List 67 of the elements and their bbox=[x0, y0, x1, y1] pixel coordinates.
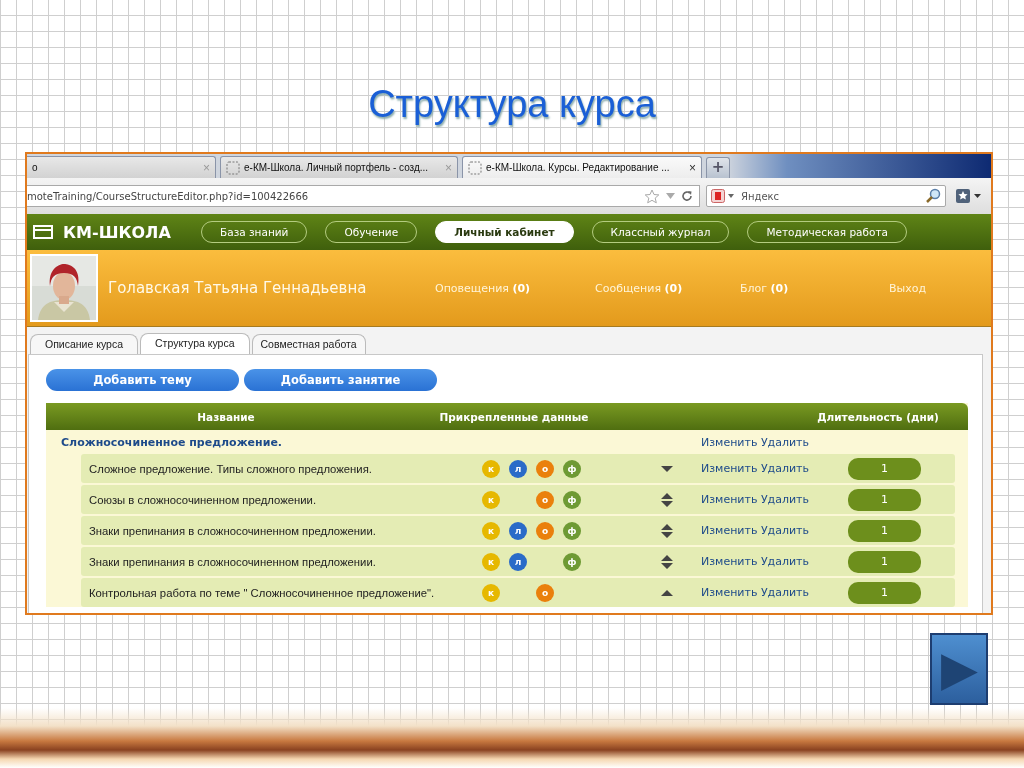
slide-title: Структура курса bbox=[368, 82, 656, 126]
lesson-title: Контрольная работа по теме " Сложносочиненное предложение". bbox=[89, 586, 436, 599]
lesson-title: Союзы в сложносочиненном предложении. bbox=[89, 493, 318, 506]
column-header: Название bbox=[196, 410, 256, 423]
search-field[interactable]: Яндекс bbox=[706, 185, 946, 207]
topic-title: Сложносочиненное предложение. bbox=[61, 435, 284, 449]
page-tab[interactable]: Описание курса bbox=[30, 334, 138, 354]
browser-tab[interactable]: е-КМ-Школа. Личный портфель - созд... × bbox=[220, 156, 458, 178]
page-icon bbox=[226, 160, 240, 175]
search-engine-icon[interactable] bbox=[711, 189, 735, 203]
attachment-badge[interactable]: л bbox=[509, 521, 527, 540]
user-name: Голавская Татьяна Геннадьевна bbox=[108, 279, 368, 297]
duration-pill: 1 bbox=[848, 519, 921, 542]
column-header: Прикрепленные данные bbox=[438, 410, 590, 423]
lesson-title: Знаки препинания в сложносочиненном предложении. bbox=[89, 524, 377, 537]
delete-link[interactable]: Удалить bbox=[760, 555, 809, 568]
url-text: moteTraining/CourseStructureEditor.php?id=100422666 bbox=[27, 190, 310, 202]
edit-link[interactable]: Изменить bbox=[701, 555, 758, 568]
tab-title: е-КМ-Школа. Курсы. Редактирование ... bbox=[486, 162, 671, 173]
address-field[interactable]: moteTraining/CourseStructureEditor.php?id=100422666 bbox=[27, 185, 700, 207]
reorder-icon[interactable] bbox=[661, 554, 673, 569]
tab-title: о bbox=[32, 162, 39, 173]
column-header: Длительность (дни) bbox=[816, 410, 940, 423]
search-icon[interactable] bbox=[925, 188, 941, 204]
delete-link[interactable]: Удалить bbox=[760, 586, 809, 599]
delete-link[interactable]: Удалить bbox=[760, 524, 809, 537]
attachment-badge[interactable]: л bbox=[509, 459, 527, 478]
attachment-badge[interactable]: ф bbox=[563, 552, 581, 571]
close-tab-button[interactable]: × bbox=[689, 160, 696, 175]
nav-tab[interactable]: Личный кабинет bbox=[435, 221, 574, 243]
lesson-title: Знаки препинания в сложносочиненном предложении. bbox=[89, 555, 377, 568]
logo-icon bbox=[33, 225, 53, 239]
page-icon bbox=[468, 160, 482, 175]
duration-pill: 1 bbox=[848, 550, 921, 573]
edit-link[interactable]: Изменить bbox=[701, 586, 758, 599]
new-tab-button[interactable]: + bbox=[706, 157, 730, 178]
reorder-icon[interactable] bbox=[661, 523, 673, 538]
bookmarks-icon[interactable] bbox=[955, 188, 983, 204]
tab-title: е-КМ-Школа. Личный портфель - созд... bbox=[244, 162, 430, 173]
page-tab[interactable]: Совместная работа bbox=[251, 334, 366, 354]
delete-link[interactable]: Удалить bbox=[760, 435, 809, 449]
delete-link[interactable]: Удалить bbox=[760, 493, 809, 506]
site-logo[interactable]: КМ-ШКОЛА bbox=[63, 222, 201, 242]
attachment-badge[interactable]: ф bbox=[563, 490, 581, 509]
add-button[interactable]: Добавить тему bbox=[46, 369, 239, 391]
reload-icon[interactable] bbox=[681, 190, 693, 202]
search-input[interactable]: Яндекс bbox=[739, 189, 921, 203]
edit-link[interactable]: Изменить bbox=[701, 462, 758, 475]
move-down-icon[interactable] bbox=[661, 465, 673, 472]
page-tab[interactable]: Структура курса bbox=[140, 333, 250, 354]
move-up-icon[interactable] bbox=[661, 589, 673, 596]
attachment-badge[interactable]: л bbox=[509, 552, 527, 571]
browser-tab[interactable]: о × bbox=[27, 156, 216, 178]
lesson-title: Сложное предложение. Типы сложного предложения. bbox=[89, 462, 373, 475]
duration-pill: 1 bbox=[848, 581, 921, 604]
edit-link[interactable]: Изменить bbox=[701, 435, 758, 449]
edit-link[interactable]: Изменить bbox=[701, 493, 758, 506]
duration-pill: 1 bbox=[848, 488, 921, 511]
attachment-badge[interactable]: ф bbox=[563, 521, 581, 540]
edit-link[interactable]: Изменить bbox=[701, 524, 758, 537]
add-button[interactable]: Добавить занятие bbox=[244, 369, 437, 391]
duration-pill: 1 bbox=[848, 457, 921, 480]
browser-tab[interactable]: е-КМ-Школа. Курсы. Редактирование ... × bbox=[462, 156, 702, 178]
attachment-badge[interactable]: ф bbox=[563, 459, 581, 478]
reorder-icon[interactable] bbox=[661, 492, 673, 507]
star-icon[interactable] bbox=[644, 188, 660, 204]
delete-link[interactable]: Удалить bbox=[760, 462, 809, 475]
